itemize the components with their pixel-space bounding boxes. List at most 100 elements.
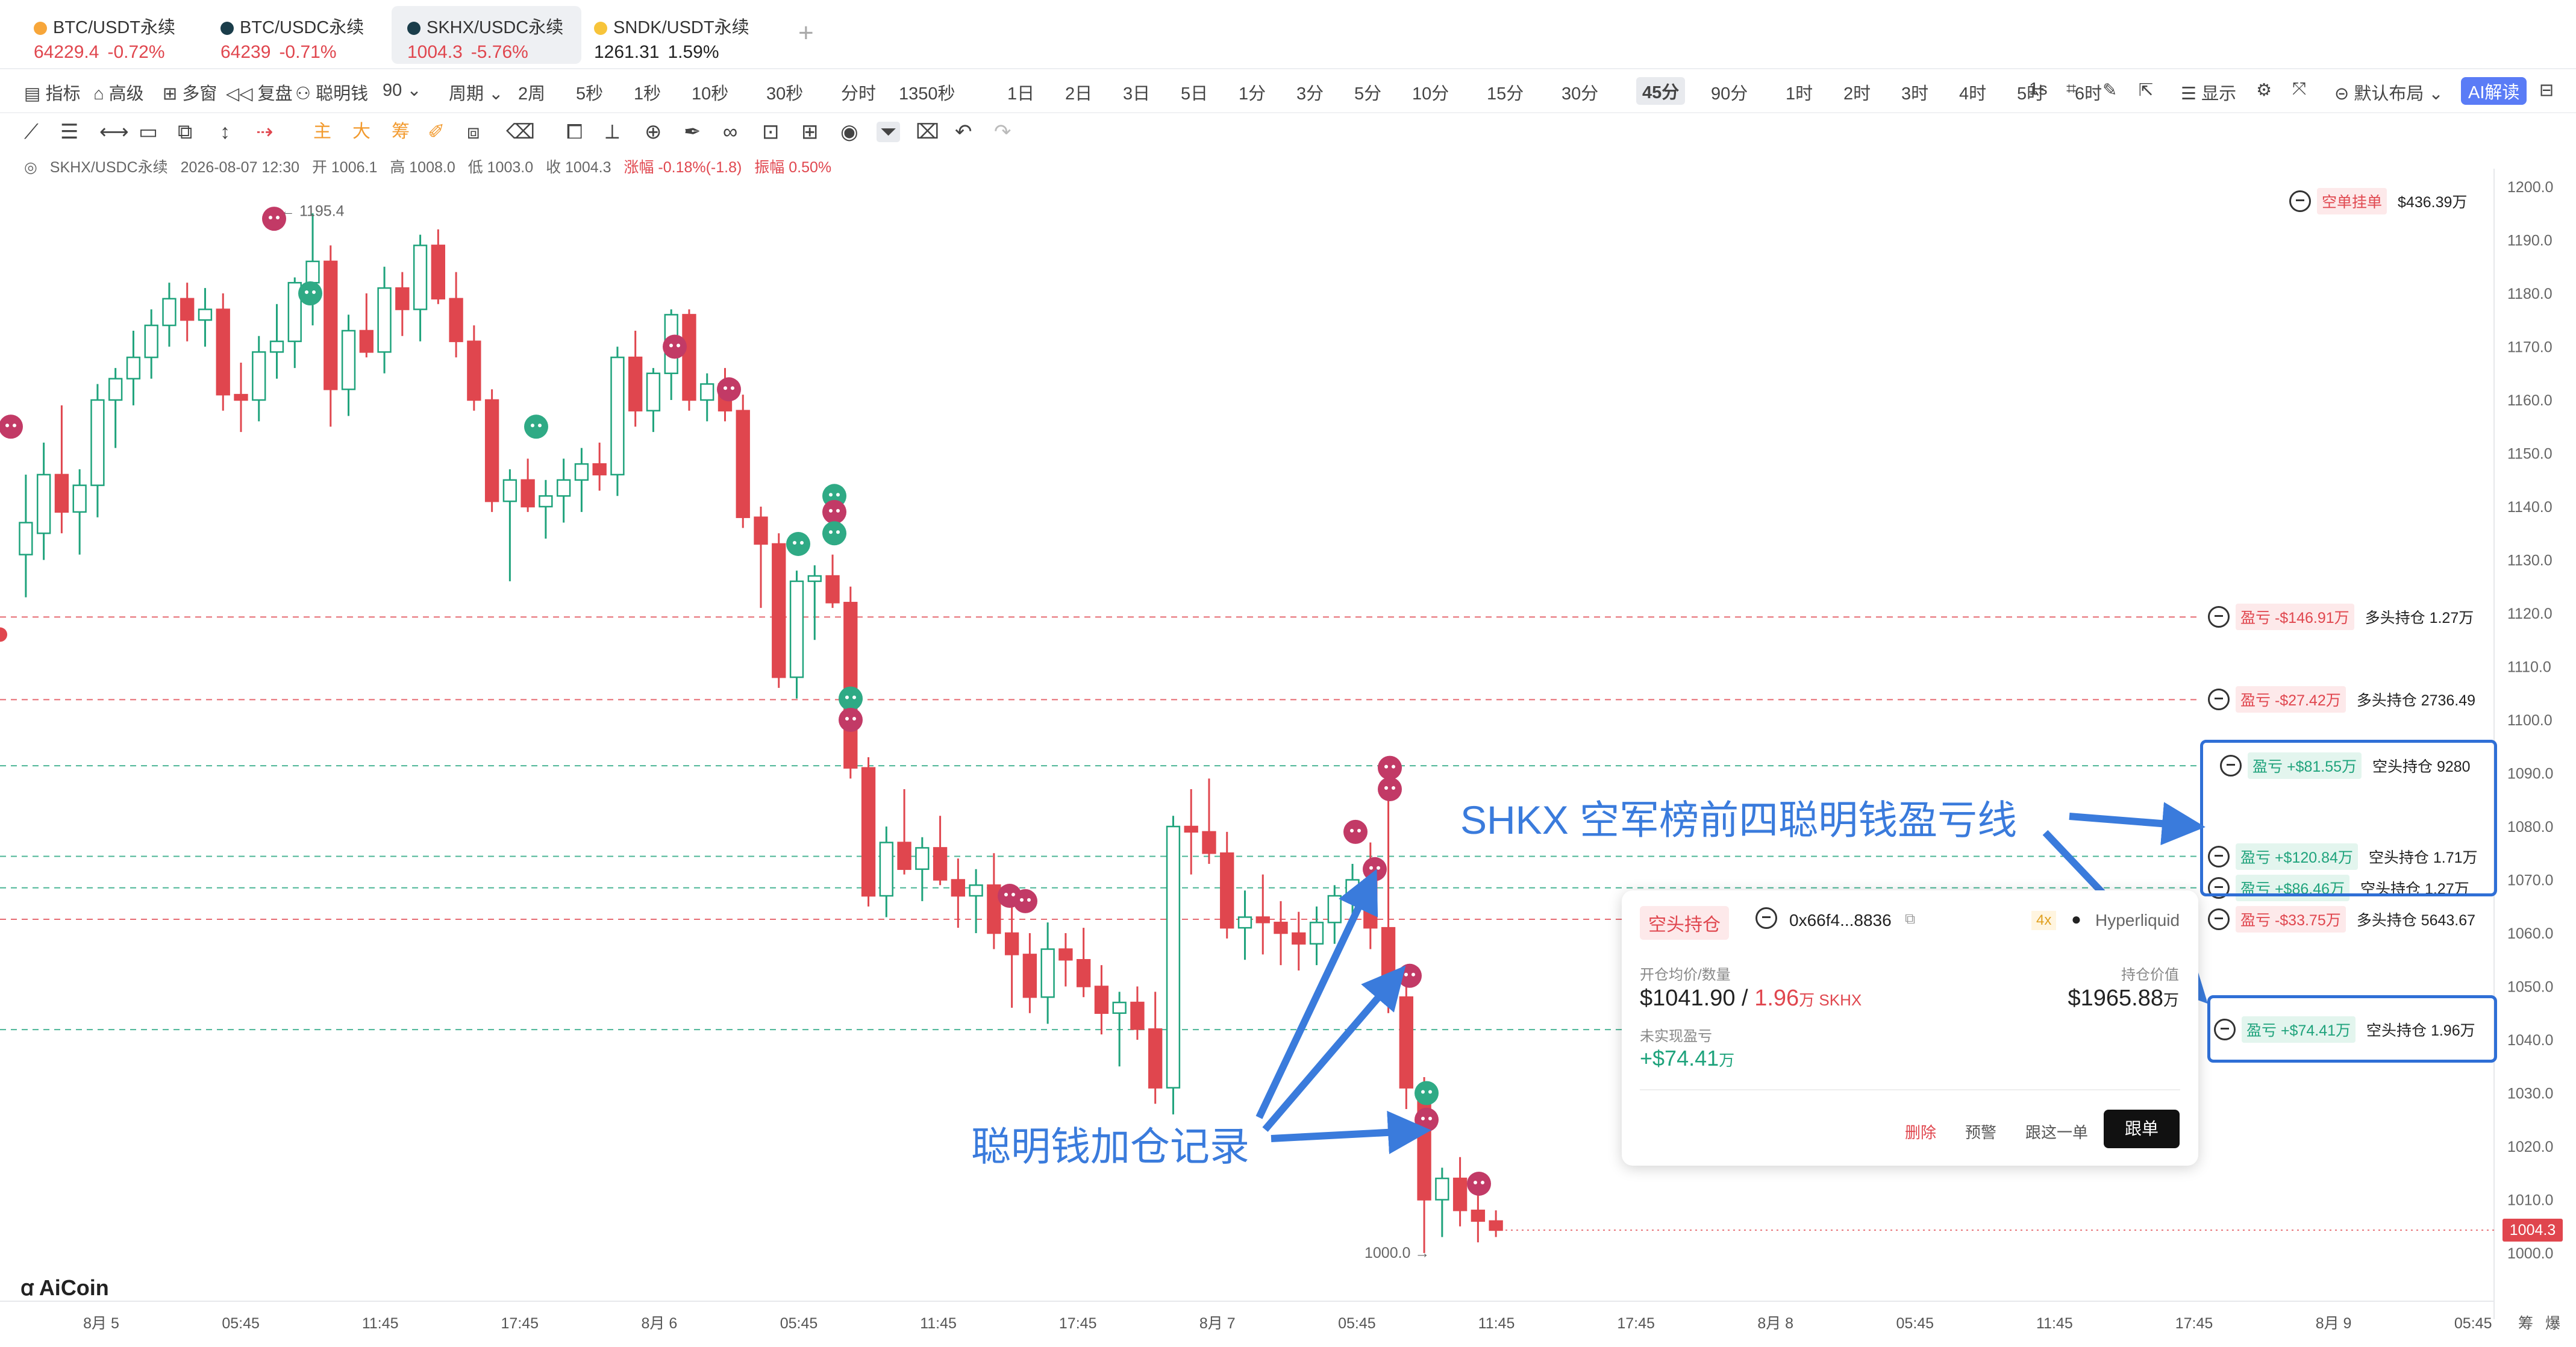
candle-body[interactable]	[216, 308, 230, 396]
candle-body[interactable]	[1381, 927, 1396, 998]
candle-body[interactable]	[825, 575, 840, 604]
smart-money-marker[interactable]	[0, 414, 23, 439]
liquidation-corner[interactable]: 爆	[2545, 1315, 2560, 1332]
candle-body[interactable]	[180, 298, 195, 321]
candle-body[interactable]	[1094, 986, 1109, 1014]
candle-body[interactable]	[933, 847, 948, 881]
candle-body[interactable]	[90, 399, 105, 486]
smart-money-marker[interactable]	[1467, 1171, 1491, 1196]
candle-body[interactable]	[1237, 916, 1252, 929]
candle-body[interactable]	[646, 372, 661, 411]
candle-body[interactable]	[377, 287, 392, 353]
candle-body[interactable]	[969, 884, 983, 897]
candle-body[interactable]	[1058, 948, 1073, 961]
candle-body[interactable]	[1363, 879, 1378, 929]
candle-body[interactable]	[144, 324, 158, 358]
candle-body[interactable]	[1399, 996, 1413, 1089]
smart-money-marker[interactable]	[1378, 755, 1402, 780]
candle-body[interactable]	[1309, 922, 1324, 945]
smart-money-marker[interactable]	[524, 414, 548, 439]
candle-body[interactable]	[1040, 948, 1055, 998]
candle-body[interactable]	[1130, 1001, 1145, 1030]
candle-body[interactable]	[234, 393, 248, 401]
candle-body[interactable]	[54, 473, 69, 513]
candle-body[interactable]	[484, 399, 499, 502]
smart-money-marker[interactable]	[1363, 857, 1387, 881]
candle-body[interactable]	[879, 842, 893, 897]
copy-icon[interactable]: ⧉	[1905, 911, 1915, 928]
pnl-tag[interactable]: 盈亏 -$146.91万 多头持仓 1.27万	[2202, 602, 2480, 631]
smart-money-marker[interactable]	[839, 708, 863, 732]
smart-money-marker[interactable]	[298, 281, 322, 305]
candle-body[interactable]	[521, 479, 535, 508]
smart-money-marker[interactable]	[839, 686, 863, 711]
candle-body[interactable]	[162, 298, 177, 327]
order-book-marker[interactable]: 空单挂单 $436.39万	[2283, 187, 2474, 216]
candle-body[interactable]	[341, 330, 356, 390]
candle-body[interactable]	[502, 479, 517, 502]
candle-body[interactable]	[467, 340, 481, 401]
candle-body[interactable]	[198, 308, 213, 321]
candle-body[interactable]	[700, 383, 714, 401]
candle-body[interactable]	[1255, 916, 1270, 924]
candle-body[interactable]	[772, 543, 786, 678]
candle-body[interactable]	[628, 356, 643, 411]
candle-body[interactable]	[1327, 895, 1342, 924]
smart-money-marker[interactable]	[1415, 1081, 1439, 1105]
candle-body[interactable]	[915, 847, 930, 870]
candle-body[interactable]	[72, 484, 87, 513]
smart-money-marker[interactable]	[1378, 777, 1402, 802]
candle-body[interactable]	[252, 351, 266, 401]
candle-body[interactable]	[126, 356, 141, 380]
trader-address[interactable]: 0x66f4...8836	[1789, 911, 1892, 930]
candle-body[interactable]	[754, 516, 768, 545]
candle-body[interactable]	[1004, 932, 1019, 955]
candle-body[interactable]	[1345, 879, 1360, 897]
candle-body[interactable]	[897, 842, 911, 870]
candle-body[interactable]	[449, 298, 463, 342]
candle-body[interactable]	[1489, 1220, 1503, 1231]
candle-body[interactable]	[807, 575, 822, 583]
candle-body[interactable]	[789, 580, 804, 678]
smart-money-marker[interactable]	[822, 521, 846, 546]
smart-money-marker[interactable]	[1415, 1107, 1439, 1132]
candle-body[interactable]	[1202, 831, 1216, 854]
candle-body[interactable]	[108, 378, 123, 401]
smart-money-marker[interactable]	[663, 334, 687, 359]
follow-this-button[interactable]: 跟这一单	[2025, 1120, 2088, 1143]
candle-body[interactable]	[1220, 852, 1234, 929]
candle-body[interactable]	[269, 340, 284, 353]
candle-body[interactable]	[556, 479, 571, 497]
pnl-tag[interactable]: 盈亏 -$27.42万 多头持仓 2736.49	[2202, 685, 2481, 714]
left-edge-handle[interactable]	[0, 627, 7, 642]
candle-body[interactable]	[861, 767, 876, 897]
copy-trade-button[interactable]: 跟单	[2104, 1110, 2180, 1148]
candle-body[interactable]	[359, 330, 374, 353]
candle-body[interactable]	[1184, 825, 1198, 833]
candle-body[interactable]	[395, 287, 410, 310]
candle-body[interactable]	[1435, 1177, 1449, 1201]
pnl-tag[interactable]: 盈亏 -$33.75万 多头持仓 5643.67	[2202, 905, 2481, 934]
candle-body[interactable]	[592, 463, 607, 476]
smart-money-marker[interactable]	[1013, 889, 1037, 913]
candle-body[interactable]	[305, 260, 320, 284]
smart-money-marker[interactable]	[1398, 963, 1422, 988]
candle-body[interactable]	[736, 410, 750, 518]
delete-button[interactable]: 删除	[1905, 1120, 1936, 1143]
candle-body[interactable]	[1471, 1209, 1486, 1222]
alert-button[interactable]: 预警	[1965, 1120, 1996, 1143]
candle-body[interactable]	[1452, 1177, 1468, 1211]
candle-body[interactable]	[951, 879, 966, 897]
smart-money-marker[interactable]	[717, 377, 741, 402]
candle-body[interactable]	[413, 245, 428, 310]
chips-corner[interactable]: 筹	[2518, 1315, 2533, 1332]
candle-body[interactable]	[1022, 954, 1037, 998]
candle-body[interactable]	[682, 314, 696, 401]
candle-body[interactable]	[610, 356, 625, 476]
smart-money-marker[interactable]	[1343, 819, 1368, 844]
candle-body[interactable]	[574, 463, 589, 481]
smart-money-marker[interactable]	[786, 531, 810, 556]
candle-body[interactable]	[1292, 932, 1306, 945]
candle-body[interactable]	[431, 245, 446, 300]
smart-money-marker[interactable]	[822, 499, 846, 524]
